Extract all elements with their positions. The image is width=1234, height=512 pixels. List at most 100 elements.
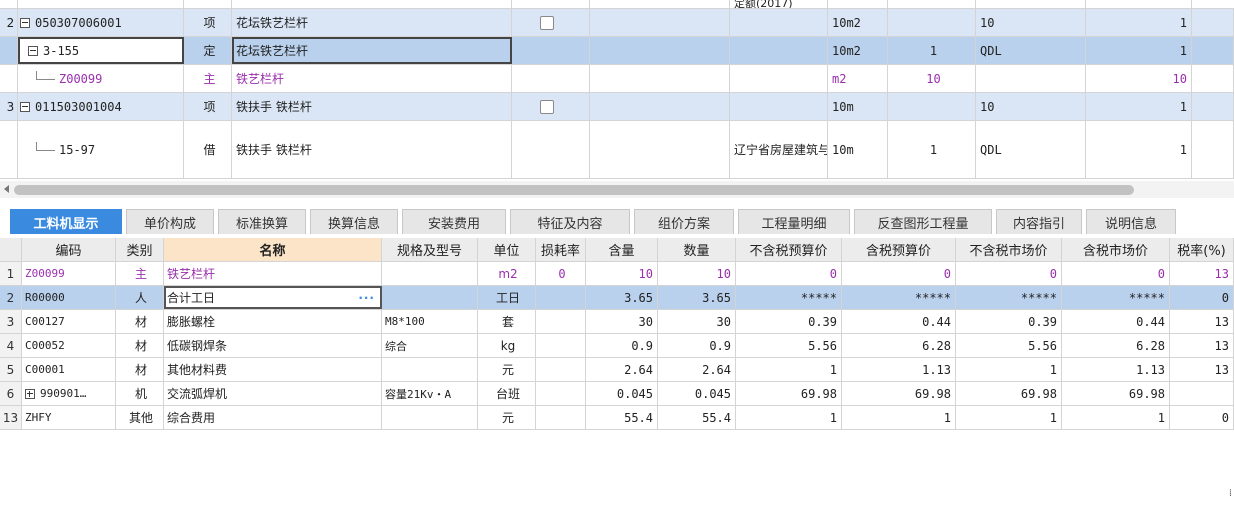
code-cell[interactable]: Z00099 — [18, 65, 184, 92]
p4-cell[interactable]: ***** — [1062, 286, 1170, 309]
qty-cell[interactable]: 30 — [658, 310, 736, 333]
content-cell[interactable]: 0.045 — [586, 382, 658, 405]
name-cell[interactable]: 交流弧焊机 — [164, 382, 382, 405]
p3-cell[interactable]: 5.56 — [956, 334, 1062, 357]
content-cell[interactable]: 30 — [586, 310, 658, 333]
column-header-qty[interactable]: 数量 — [658, 238, 736, 261]
name-cell[interactable]: 花坛铁艺栏杆 — [232, 9, 512, 36]
column-header-name[interactable]: 名称 — [164, 238, 382, 261]
loss-cell[interactable] — [536, 358, 586, 381]
column-header-loss[interactable]: 损耗率 — [536, 238, 586, 261]
tab-2[interactable]: 标准换算 — [218, 209, 306, 234]
qty-cell[interactable]: 0.045 — [658, 382, 736, 405]
p1-cell[interactable]: 1 — [736, 406, 842, 429]
name-cell[interactable]: 其他材料费 — [164, 358, 382, 381]
p4-cell[interactable]: 69.98 — [1062, 382, 1170, 405]
material-row-z00099[interactable]: Z00099 主铁艺栏杆 m2 10 10 — [0, 65, 1234, 93]
tab-8[interactable]: 反查图形工程量 — [854, 209, 992, 234]
p1-cell[interactable]: 5.56 — [736, 334, 842, 357]
tab-10[interactable]: 说明信息 — [1086, 209, 1176, 234]
column-header-spec[interactable]: 规格及型号 — [382, 238, 478, 261]
p3-cell[interactable]: 0.39 — [956, 310, 1062, 333]
p3-cell[interactable]: 0 — [956, 262, 1062, 285]
tab-4[interactable]: 安装费用 — [402, 209, 506, 234]
tab-3[interactable]: 换算信息 — [310, 209, 398, 234]
loss-cell[interactable] — [536, 334, 586, 357]
p1-cell[interactable]: 69.98 — [736, 382, 842, 405]
p4-cell[interactable]: 1.13 — [1062, 358, 1170, 381]
code-cell[interactable]: 050307006001 — [18, 9, 184, 36]
column-header-cat[interactable]: 类别 — [116, 238, 164, 261]
tab-0[interactable]: 工料机显示 — [10, 209, 122, 234]
p2-cell[interactable]: 69.98 — [842, 382, 956, 405]
collapse-icon[interactable] — [20, 101, 30, 112]
loss-cell[interactable]: 0 — [536, 262, 586, 285]
resource-row[interactable]: 1 Z00099 主铁艺栏杆 m2 0 10 10 0 0 0 0 13 — [0, 262, 1234, 286]
edit-ellipsis-button[interactable]: ··· — [358, 291, 375, 305]
tab-6[interactable]: 组价方案 — [634, 209, 734, 234]
name-cell[interactable]: 铁扶手 铁栏杆 — [232, 121, 512, 178]
column-header-code[interactable]: 编码 — [22, 238, 116, 261]
p2-cell[interactable]: ***** — [842, 286, 956, 309]
p3-cell[interactable]: ***** — [956, 286, 1062, 309]
column-header-p1[interactable]: 不含税预算价 — [736, 238, 842, 261]
name-cell[interactable]: 低碳钢焊条 — [164, 334, 382, 357]
column-header-p2[interactable]: 含税预算价 — [842, 238, 956, 261]
code-cell[interactable]: 011503001004 — [18, 93, 184, 120]
p1-cell[interactable]: 0 — [736, 262, 842, 285]
bill-row-050307006001[interactable]: 2 050307006001 项花坛铁艺栏杆 10m2 10 1 — [0, 9, 1234, 37]
horizontal-scrollbar[interactable] — [0, 181, 1234, 198]
name-cell[interactable]: 综合费用 — [164, 406, 382, 429]
loss-cell[interactable] — [536, 286, 586, 309]
bill-row-011503001004[interactable]: 3 011503001004 项铁扶手 铁栏杆 10m 10 1 — [0, 93, 1234, 121]
name-cell[interactable]: 铁艺栏杆 — [232, 65, 512, 92]
resize-grip-icon[interactable]: ⁞ — [1229, 488, 1232, 499]
content-cell[interactable]: 3.65 — [586, 286, 658, 309]
p1-cell[interactable]: 1 — [736, 358, 842, 381]
quota-row-15-97[interactable]: 15-97借铁扶手 铁栏杆辽宁省房屋建筑与装饰工程定额(2017)10m1QDL… — [0, 121, 1234, 179]
tab-9[interactable]: 内容指引 — [996, 209, 1082, 234]
p2-cell[interactable]: 0 — [842, 262, 956, 285]
code-cell[interactable]: 15-97 — [18, 121, 184, 178]
loss-cell[interactable] — [536, 310, 586, 333]
name-cell[interactable]: 膨胀螺栓 — [164, 310, 382, 333]
p2-cell[interactable]: 0.44 — [842, 310, 956, 333]
column-header-p3[interactable]: 不含税市场价 — [956, 238, 1062, 261]
p4-cell[interactable]: 1 — [1062, 406, 1170, 429]
p1-cell[interactable]: 0.39 — [736, 310, 842, 333]
column-header-p4[interactable]: 含税市场价 — [1062, 238, 1170, 261]
p2-cell[interactable]: 1 — [842, 406, 956, 429]
p3-cell[interactable]: 69.98 — [956, 382, 1062, 405]
tab-7[interactable]: 工程量明细 — [738, 209, 850, 234]
name-cell[interactable]: 花坛铁艺栏杆 — [232, 37, 512, 64]
content-cell[interactable]: 2.64 — [586, 358, 658, 381]
scroll-left-arrow-icon[interactable] — [4, 185, 9, 193]
p4-cell[interactable]: 6.28 — [1062, 334, 1170, 357]
loss-cell[interactable] — [536, 382, 586, 405]
column-header-tax[interactable]: 税率(%) — [1170, 238, 1234, 261]
main-item-checkbox[interactable] — [540, 99, 554, 114]
column-header-unit[interactable]: 单位 — [478, 238, 536, 261]
resource-row[interactable]: 5 C00001 材其他材料费元 2.64 2.64 1 1.13 1 1.13 13 — [0, 358, 1234, 382]
quota-row-3-155[interactable]: 3-155 定花坛铁艺栏杆 10m2 1 QDL 1 — [0, 37, 1234, 65]
main-item-checkbox[interactable] — [540, 15, 554, 30]
collapse-icon[interactable] — [28, 45, 38, 56]
p2-cell[interactable]: 1.13 — [842, 358, 956, 381]
name-cell[interactable]: 铁艺栏杆 — [164, 262, 382, 285]
p3-cell[interactable]: 1 — [956, 358, 1062, 381]
content-cell[interactable]: 10 — [586, 262, 658, 285]
resource-row[interactable]: 4 C00052 材低碳钢焊条 综合 kg 0.9 0.9 5.56 6.28 5.56 6.28 1… — [0, 334, 1234, 358]
p2-cell[interactable]: 6.28 — [842, 334, 956, 357]
collapse-icon[interactable] — [20, 17, 30, 28]
tab-5[interactable]: 特征及内容 — [510, 209, 630, 234]
qty-cell[interactable]: 2.64 — [658, 358, 736, 381]
qty-cell[interactable]: 3.65 — [658, 286, 736, 309]
resource-row[interactable]: 3 C00127 材膨胀螺栓 M8*100 套 30 30 0.39 0.44 0.39 0.44 1… — [0, 310, 1234, 334]
tab-1[interactable]: 单价构成 — [126, 209, 214, 234]
resource-row[interactable]: 2 R00000 人合计工日 ··· 工日 3.65 3.65 ***** ***** *****… — [0, 286, 1234, 310]
resource-row[interactable]: 13 ZHFY 其他 综合费用元 55.4 55.4 1 1 1 1 0 — [0, 406, 1234, 430]
column-header-content[interactable]: 含量 — [586, 238, 658, 261]
resource-row[interactable]: 6 990901… 机交流弧焊机 容量21Kv・A 台班 0.045 0.045 69.98 6… — [0, 382, 1234, 406]
p4-cell[interactable]: 0 — [1062, 262, 1170, 285]
expand-icon[interactable] — [25, 388, 35, 399]
